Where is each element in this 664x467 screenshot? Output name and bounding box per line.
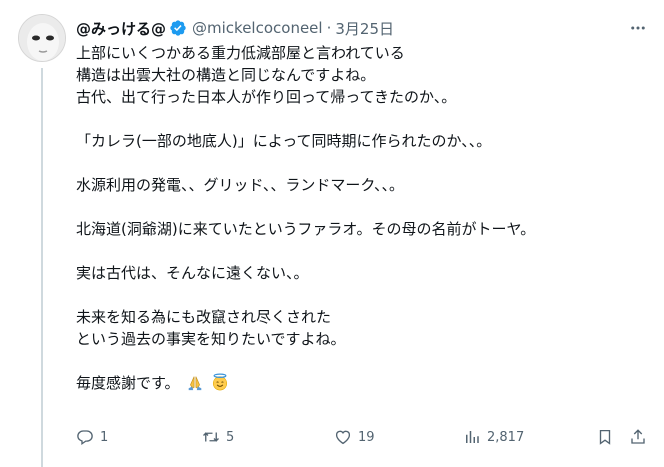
tweet-line: 「カレラ(一部の地底人)」によって同時期に作られたのか、、。 xyxy=(76,132,492,150)
tweet-line: 上部にいくつかある重力低減部屋と言われている xyxy=(76,44,405,62)
reply-button[interactable]: 1 xyxy=(76,425,108,449)
tweet-header: @みっける@ @mickelcoconeel · 3月25日 xyxy=(76,14,650,42)
avatar[interactable] xyxy=(18,14,66,62)
like-button[interactable]: 19 xyxy=(334,425,375,449)
retweet-count: 5 xyxy=(226,429,235,445)
view-count: 2,817 xyxy=(487,429,525,445)
thread-line xyxy=(41,68,43,467)
tweet-line: 毎度感謝です。 xyxy=(76,374,180,392)
smiling-face-with-halo-emoji xyxy=(211,373,229,391)
tweet-line: 実は古代は、そんなに遠くない、。 xyxy=(76,264,309,282)
tweet-line: 北海道(洞爺湖)に来ていたというファラオ。その母の名前がトーヤ。 xyxy=(76,220,536,238)
bookmark-button[interactable] xyxy=(596,425,614,449)
tweet-line: 構造は出雲大社の構造と同じなんですよね。 xyxy=(76,66,376,84)
more-options-icon[interactable] xyxy=(626,16,650,40)
share-button[interactable] xyxy=(629,425,647,449)
bookmark-icon xyxy=(599,429,611,445)
share-icon xyxy=(631,429,645,444)
tweet[interactable]: @みっける@ @mickelcoconeel · 3月25日 上部にいくつかある… xyxy=(0,0,664,467)
action-bar: 1 5 19 2,817 xyxy=(76,425,650,449)
handle[interactable]: @mickelcoconeel xyxy=(192,19,323,37)
tweet-text: 上部にいくつかある重力低減部屋と言われている 構造は出雲大社の構造と同じなんです… xyxy=(76,42,646,394)
views-icon xyxy=(466,431,479,443)
tweet-line: 未来を知る為にも改竄され尽くされた xyxy=(76,308,332,326)
reply-icon xyxy=(77,430,93,446)
tweet-date[interactable]: 3月25日 xyxy=(335,18,394,39)
verified-badge-icon xyxy=(169,19,187,37)
tweet-line: という過去の事実を知りたいですよね。 xyxy=(76,330,346,348)
display-name[interactable]: @みっける@ xyxy=(76,18,166,39)
tweet-line: 水源利用の発電、、グリッド、、ランドマーク、、。 xyxy=(76,176,405,194)
heart-icon xyxy=(335,430,351,445)
separator-dot: · xyxy=(326,19,332,37)
tweet-line: 古代、出て行った日本人が作り回って帰ってきたのか、。 xyxy=(76,88,457,106)
views-button[interactable]: 2,817 xyxy=(463,425,524,449)
retweet-button[interactable]: 5 xyxy=(202,425,234,449)
folded-hands-emoji xyxy=(186,373,204,391)
tweet-last-line: 毎度感謝です。 xyxy=(76,372,646,394)
like-count: 19 xyxy=(358,429,375,445)
retweet-icon xyxy=(203,432,219,442)
reply-count: 1 xyxy=(100,429,109,445)
